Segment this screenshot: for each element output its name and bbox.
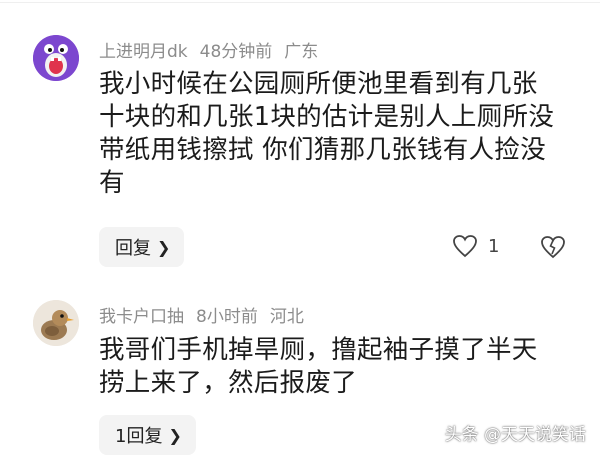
comment-item: 上进明月dk 48分钟前 广东 我小时候在公园厕所便池里看到有几张 十块的和几张1块… — [0, 0, 600, 290]
reply-button[interactable]: 回复 ❯ — [99, 227, 185, 267]
username[interactable]: 我卡户口抽 — [99, 307, 184, 327]
reply-label: 回复 — [115, 238, 151, 259]
heart-icon — [453, 235, 477, 258]
comment-line: 我小时候在公园厕所便池里看到有几张 — [99, 69, 538, 99]
watermark: 头条 @天天说笑话 — [445, 420, 586, 445]
comment-time: 8小时前 — [196, 307, 258, 327]
like-count: 1 — [488, 235, 500, 257]
chevron-right-icon: ❯ — [157, 237, 171, 257]
watermark-text: 头条 @天天说笑话 — [444, 425, 586, 445]
comment-line: 捞上来了，然后报废了 — [99, 368, 358, 398]
reply-button[interactable]: 1回复 ❯ — [99, 415, 196, 455]
comment-meta: 我卡户口抽 8小时前 河北 — [99, 302, 316, 327]
comment-text: 我哥们手机掉旱厕，撸起袖子摸了半天 捞上来了，然后报废了 — [99, 334, 569, 400]
comment-meta: 上进明月dk 48分钟前 广东 — [99, 37, 330, 62]
broken-heart-icon — [541, 236, 565, 259]
comment-time: 48分钟前 — [199, 42, 273, 62]
cartoon-face-avatar-icon — [33, 35, 79, 81]
dislike-button[interactable] — [540, 235, 566, 263]
comment-line: 有 — [99, 168, 125, 198]
comment-location: 河北 — [269, 307, 304, 327]
comment-location: 广东 — [284, 42, 319, 62]
comment-line: 十块的和几张1块的估计是别人上厕所没 — [99, 102, 555, 132]
avatar[interactable] — [33, 35, 79, 81]
comment-text: 我小时候在公园厕所便池里看到有几张 十块的和几张1块的估计是别人上厕所没 带纸用… — [99, 68, 569, 200]
reply-label: 1回复 — [115, 426, 163, 447]
comment-line: 带纸用钱擦拭 你们猜那几张钱有人捡没 — [99, 135, 547, 165]
like-button[interactable]: 1 — [452, 234, 499, 258]
bird-avatar-icon — [33, 300, 79, 346]
username[interactable]: 上进明月dk — [99, 42, 188, 62]
chevron-right-icon: ❯ — [168, 425, 182, 445]
avatar[interactable] — [33, 300, 79, 346]
comment-line: 我哥们手机掉旱厕，撸起袖子摸了半天 — [99, 335, 538, 365]
